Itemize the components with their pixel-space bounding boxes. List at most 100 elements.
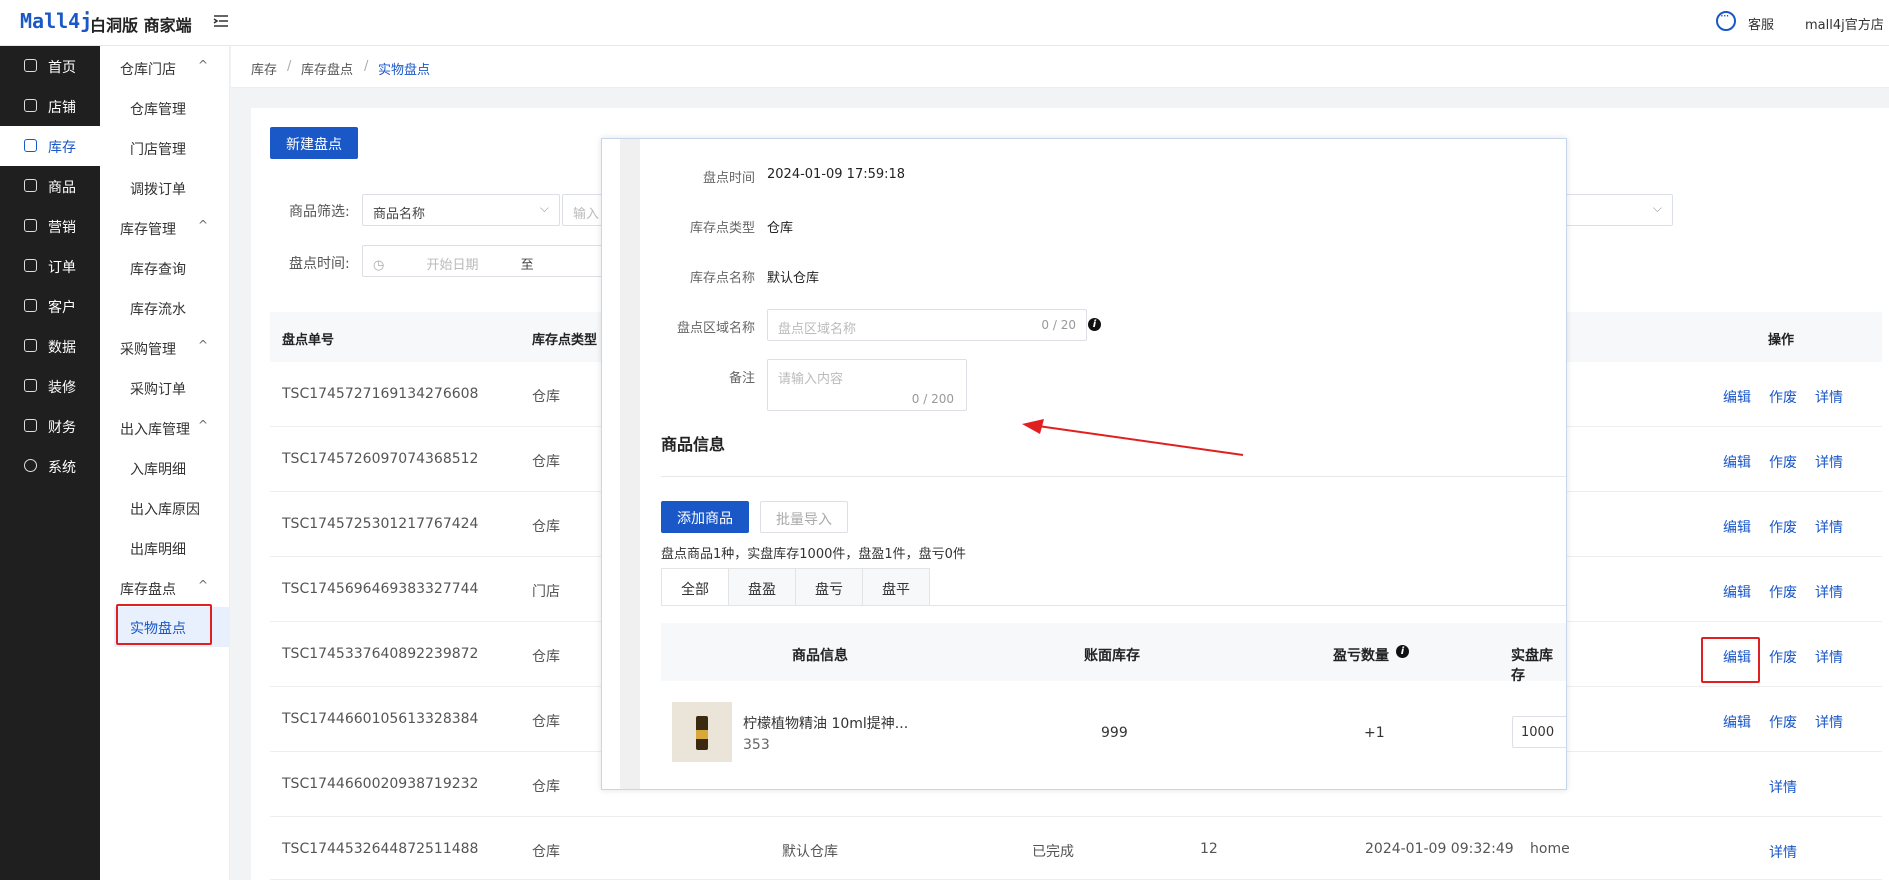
subnav-item-outbound-detail[interactable]: 出库明细 — [130, 539, 186, 559]
edit-link[interactable]: 编辑 — [1723, 712, 1751, 732]
cell-type: 仓库 — [532, 779, 560, 795]
nav-item-data[interactable]: 数据 — [0, 326, 100, 366]
tab-profit[interactable]: 盘盈 — [728, 568, 796, 606]
subnav-item-stock-query[interactable]: 库存查询 — [130, 259, 186, 279]
type-value: 仓库 — [767, 221, 794, 236]
tab-even[interactable]: 盘平 — [862, 568, 930, 606]
void-link[interactable]: 作废 — [1769, 647, 1797, 667]
dialog-scrollbar[interactable] — [620, 139, 640, 789]
settings-icon — [24, 459, 37, 472]
detail-link[interactable]: 详情 — [1815, 712, 1843, 732]
detail-link[interactable]: 详情 — [1815, 452, 1843, 472]
subnav-item-inout-reason[interactable]: 出入库原因 — [130, 499, 200, 519]
nav-item-shop[interactable]: 店铺 — [0, 86, 100, 126]
edit-link[interactable]: 编辑 — [1723, 387, 1751, 407]
edit-link[interactable]: 编辑 — [1723, 517, 1751, 537]
menu-fold-icon[interactable] — [212, 12, 230, 30]
nav-item-marketing[interactable]: 营销 — [0, 206, 100, 246]
book-stock-value: 999 — [1101, 725, 1128, 741]
data-icon — [24, 339, 37, 352]
detail-link[interactable]: 详情 — [1815, 517, 1843, 537]
subnav-group-stocktake[interactable]: 库存盘点 — [120, 579, 176, 599]
subnav-item-store-manage[interactable]: 门店管理 — [130, 139, 186, 159]
chevron-up-icon: ^ — [198, 58, 209, 72]
cell-id: TSC1744532644872511488 — [282, 841, 479, 857]
nav-item-home[interactable]: 首页 — [0, 46, 100, 86]
area-name-input[interactable]: 盘点区域名称 0 / 20 — [767, 309, 1087, 341]
area-placeholder: 盘点区域名称 — [778, 322, 857, 337]
void-link[interactable]: 作废 — [1769, 452, 1797, 472]
column-header-product: 商品信息 — [792, 648, 848, 664]
chevron-up-icon: ^ — [198, 338, 209, 352]
cell-id: TSC1744660105613328384 — [282, 711, 479, 727]
actual-stock-input[interactable]: 1000 — [1512, 716, 1566, 748]
info-icon[interactable]: i — [1088, 318, 1101, 331]
subnav-group-stock[interactable]: 库存管理 — [120, 219, 176, 239]
nav-item-system[interactable]: 系统 — [0, 446, 100, 486]
time-label: 盘点时间 — [702, 171, 755, 186]
nav-item-decorate[interactable]: 装修 — [0, 366, 100, 406]
select-value: 商品名称 — [373, 207, 426, 222]
note-textarea[interactable]: 请输入内容 0 / 200 — [767, 359, 967, 411]
start-date-placeholder: 开始日期 — [426, 258, 479, 273]
tab-all[interactable]: 全部 — [661, 568, 729, 606]
void-link[interactable]: 作废 — [1769, 712, 1797, 732]
detail-link[interactable]: 详情 — [1769, 777, 1797, 797]
nav-item-customer[interactable]: 客户 — [0, 286, 100, 326]
edit-link[interactable]: 编辑 — [1723, 452, 1751, 472]
detail-link[interactable]: 详情 — [1815, 387, 1843, 407]
subnav-item-purchase-order[interactable]: 采购订单 — [130, 379, 186, 399]
cell-time: 2024-01-09 09:32:49 — [1365, 841, 1514, 857]
point-name-value: 默认仓库 — [767, 271, 820, 286]
subnav-item-inbound-detail[interactable]: 入库明细 — [130, 459, 186, 479]
main-sidebar: 首页 店铺 库存 商品 营销 订单 客户 数据 装修 财务 系统 — [0, 46, 100, 880]
nav-item-order[interactable]: 订单 — [0, 246, 100, 286]
date-range-separator: 至 — [520, 258, 534, 273]
subnav-item-warehouse-manage[interactable]: 仓库管理 — [130, 99, 186, 119]
void-link[interactable]: 作废 — [1769, 517, 1797, 537]
top-bar: Mall4j 白洞版 商家端 客服 mall4j官方店 — [0, 0, 1889, 46]
column-header-diff: 盈亏数量 — [1333, 648, 1389, 664]
subnav-group-purchase[interactable]: 采购管理 — [120, 339, 176, 359]
cell-point-name: 默认仓库 — [782, 844, 838, 860]
subnav-group-inout[interactable]: 出入库管理 — [120, 419, 190, 439]
inventory-icon — [24, 139, 37, 152]
detail-link[interactable]: 详情 — [1815, 647, 1843, 667]
nav-item-finance[interactable]: 财务 — [0, 406, 100, 446]
add-product-button[interactable]: 添加商品 — [661, 501, 749, 533]
type-label: 库存点类型 — [689, 221, 755, 236]
subnav-item-stock-flow[interactable]: 库存流水 — [130, 299, 186, 319]
subnav-group-warehouse[interactable]: 仓库门店 — [120, 59, 176, 79]
nav-item-product[interactable]: 商品 — [0, 166, 100, 206]
new-stocktake-button[interactable]: 新建盘点 — [270, 127, 358, 159]
void-link[interactable]: 作废 — [1769, 582, 1797, 602]
batch-import-button[interactable]: 批量导入 — [760, 501, 848, 533]
cell-user: home — [1530, 841, 1570, 857]
shop-name[interactable]: mall4j官方店 — [1805, 14, 1884, 33]
detail-link[interactable]: 详情 — [1815, 582, 1843, 602]
subnav-item-transfer-order[interactable]: 调拨订单 — [130, 179, 186, 199]
info-icon[interactable]: i — [1396, 645, 1409, 658]
column-header-id: 盘点单号 — [282, 333, 335, 348]
void-link[interactable]: 作废 — [1769, 387, 1797, 407]
cell-status: 已完成 — [1032, 844, 1074, 860]
breadcrumb-item[interactable]: 库存盘点 — [301, 59, 353, 78]
bottle-label — [696, 730, 708, 739]
tabs-divider — [661, 605, 1566, 606]
note-label: 备注 — [728, 371, 755, 386]
product-icon — [24, 179, 37, 192]
date-range-picker[interactable]: ◷ 开始日期 至 — [362, 245, 612, 277]
annotation-arrow-icon — [1022, 419, 1244, 456]
product-filter-select[interactable]: 商品名称 ⌵ — [362, 194, 560, 226]
customer-service-icon[interactable] — [1716, 9, 1736, 31]
customer-service-link[interactable]: 客服 — [1748, 14, 1774, 33]
brand-name: 白洞版 商家端 — [90, 16, 192, 35]
breadcrumb: 库存 / 库存盘点 / 实物盘点 — [231, 46, 1889, 88]
edit-link[interactable]: 编辑 — [1723, 582, 1751, 602]
breadcrumb-item[interactable]: 库存 — [251, 59, 277, 78]
detail-link[interactable]: 详情 — [1769, 842, 1797, 862]
breadcrumb-separator: / — [364, 59, 369, 74]
nav-item-inventory[interactable]: 库存 — [0, 126, 100, 166]
cell-type: 仓库 — [532, 714, 560, 730]
tab-loss[interactable]: 盘亏 — [795, 568, 863, 606]
